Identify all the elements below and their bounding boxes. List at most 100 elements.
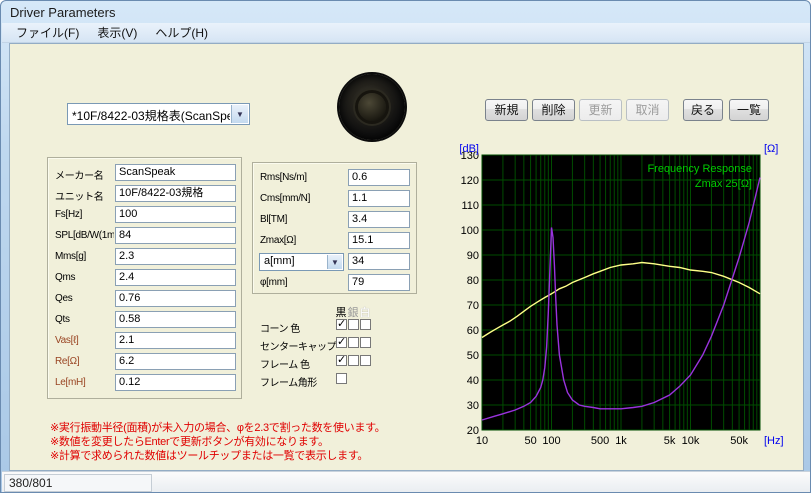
window-title: Driver Parameters [10,5,116,20]
input-unit-name[interactable]: 10F/8422-03規格 [115,185,236,202]
frame-square-checkbox-0[interactable] [336,373,347,384]
input-mms[interactable]: 2.3 [115,248,236,265]
input-rms[interactable]: 0.6 [348,169,410,186]
menu-bar: ファイル(F) 表示(V) ヘルプ(H) [2,23,810,43]
speaker-dustcap-icon [358,93,386,121]
label-spl: SPL[dB/W(1m)] [55,230,114,241]
input-spl[interactable]: 84 [115,227,236,244]
svg-text:50: 50 [467,350,479,362]
svg-text:60: 60 [467,325,479,337]
note-line-2: ※計算で求められた数値はツールチップまたは一覧で表示します。 [50,450,369,462]
new-button[interactable]: 新規 [485,99,528,121]
label-phi: φ[mm] [260,277,288,288]
back-button[interactable]: 戻る [683,99,723,121]
field-row-qts: Qts 0.58 [48,311,241,331]
frame-color-checkbox-1[interactable] [348,355,359,366]
input-phi[interactable]: 79 [348,274,410,291]
svg-text:70: 70 [467,300,479,312]
input-fs[interactable]: 100 [115,206,236,223]
delete-button[interactable]: 削除 [532,99,575,121]
svg-text:80: 80 [467,275,479,287]
field-row-re: Re[Ω] 6.2 [48,353,241,373]
svg-text:[Ω]: [Ω] [764,144,778,155]
cone-color-checkbox-2[interactable] [360,319,371,330]
label-centercap-color: センターキャップ色 [260,342,336,353]
svg-text:100: 100 [461,225,479,237]
svg-text:[Hz]: [Hz] [764,435,784,447]
cancel-button: 取消 [626,99,669,121]
field-row-unit-name: ユニット名 10F/8422-03規格 [48,185,241,205]
unit-select-combo[interactable]: a[mm] ▼ [259,253,344,271]
label-cone-color: コーン 色 [260,324,300,335]
label-zmax: Zmax[Ω] [260,235,296,246]
field-row-a: a[mm] ▼ 34 [253,253,416,273]
field-row-cms: Cms[mm/N] 1.1 [253,190,416,210]
title-bar[interactable]: Driver Parameters [1,1,810,23]
field-row-vas: Vas[ℓ] 2.1 [48,332,241,352]
svg-text:Zmax 25[Ω]: Zmax 25[Ω] [695,178,752,190]
label-cms: Cms[mm/N] [260,193,311,204]
cone-color-checkbox-1[interactable] [348,319,359,330]
frame-color-checkbox-2[interactable] [360,355,371,366]
field-row-zmax: Zmax[Ω] 15.1 [253,232,416,252]
color-column-header-1: 銀 [347,307,359,319]
list-button[interactable]: 一覧 [729,99,769,121]
input-a[interactable]: 34 [348,253,410,270]
input-cms[interactable]: 1.1 [348,190,410,207]
label-qes: Qes [55,293,73,304]
chevron-down-icon[interactable]: ▼ [327,255,342,269]
color-column-header-2: 白 [359,307,371,319]
input-vas[interactable]: 2.1 [115,332,236,349]
centercap-color-checkbox-1[interactable] [348,337,359,348]
chevron-down-icon[interactable]: ▼ [231,105,248,123]
input-zmax[interactable]: 15.1 [348,232,410,249]
centercap-color-checkbox-2[interactable] [360,337,371,348]
frequency-response-chart: 203040506070809010011012013010 50 100 500 1k… [459,144,784,447]
menu-item-help[interactable]: ヘルプ(H) [147,23,216,43]
cone-color-checkbox-0[interactable] [336,317,347,330]
input-qms[interactable]: 2.4 [115,269,236,286]
centercap-color-checkbox-0[interactable] [336,335,347,348]
label-qms: Qms [55,272,76,283]
svg-text:500: 500 [591,435,609,447]
colors-group: 黒銀白コーン 色センターキャップ色フレーム 色フレーム角形 [252,299,430,394]
field-row-spl: SPL[dB/W(1m)]84 [48,227,241,247]
svg-text:1k: 1k [615,435,627,447]
input-bl[interactable]: 3.4 [348,211,410,228]
svg-text:50k: 50k [730,435,748,447]
parameters-groupbox-mid: Rms[Ns/m] 0.6 Cms[mm/N] 1.1 Bl[TM] 3.4 Zmax[Ω]… [252,162,417,294]
label-re: Re[Ω] [55,356,80,367]
menu-item-file[interactable]: ファイル(F) [8,23,87,43]
label-frame-color: フレーム 色 [260,360,310,371]
svg-text:30: 30 [467,400,479,412]
update-button: 更新 [579,99,622,121]
svg-text:100: 100 [542,435,560,447]
label-frame-square: フレーム角形 [260,378,317,389]
input-qts[interactable]: 0.58 [115,311,236,328]
label-unit-name: ユニット名 [55,192,104,203]
preset-combo[interactable]: *10F/8422-03規格表(ScanSpe ▼ [67,103,250,125]
svg-text:40: 40 [467,375,479,387]
svg-text:110: 110 [461,200,479,212]
svg-text:Frequency Response: Frequency Response [647,163,752,175]
input-le[interactable]: 0.12 [115,374,236,391]
unit-select-value: a[mm] [264,255,295,267]
field-row-rms: Rms[Ns/m] 0.6 [253,169,416,189]
field-row-qes: Qes 0.76 [48,290,241,310]
app-window: Driver Parameters ファイル(F) 表示(V) ヘルプ(H) *10… [0,0,811,493]
status-record-count: 380/801 [4,474,152,492]
frame-color-checkbox-0[interactable] [336,353,347,366]
input-maker-name[interactable]: ScanSpeak [115,164,236,181]
field-row-phi: φ[mm] 79 [253,274,416,294]
label-qts: Qts [55,314,70,325]
status-bar: 380/801 [2,471,810,492]
svg-text:90: 90 [467,250,479,262]
label-maker-name: メーカー名 [55,171,104,182]
field-row-mms: Mms[g] 2.3 [48,248,241,268]
input-re[interactable]: 6.2 [115,353,236,370]
menu-item-view[interactable]: 表示(V) [89,23,145,43]
input-qes[interactable]: 0.76 [115,290,236,307]
label-mms: Mms[g] [55,251,86,262]
label-rms: Rms[Ns/m] [260,172,307,183]
field-row-le: Le[mH] 0.12 [48,374,241,394]
